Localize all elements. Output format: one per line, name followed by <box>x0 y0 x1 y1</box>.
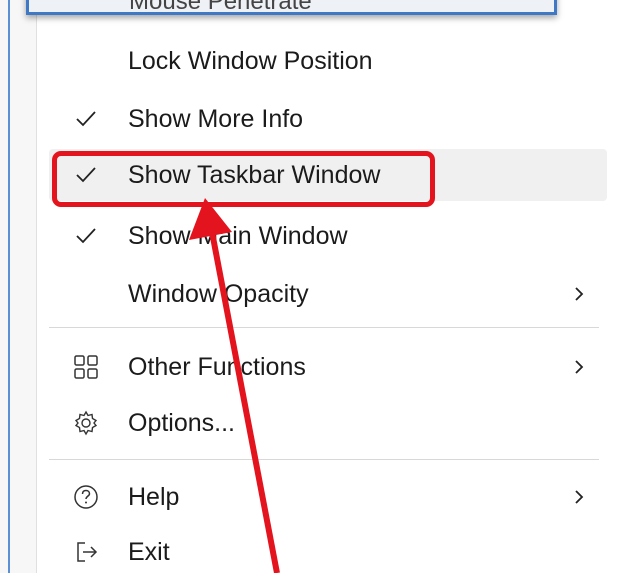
checkmark-icon <box>71 104 101 134</box>
menu-item-window-opacity[interactable]: Window Opacity <box>49 268 607 320</box>
menu-item-help[interactable]: Help <box>49 471 607 523</box>
menu-item-show-taskbar-window[interactable]: Show Taskbar Window <box>49 149 607 201</box>
exit-icon <box>71 537 101 567</box>
menu-item-exit[interactable]: Exit <box>49 526 607 578</box>
overlay-window-tooltip: Mouse Penetrate <box>26 0 557 15</box>
context-menu: Lock Window Position Show More Info Show… <box>37 32 617 573</box>
menu-separator <box>49 459 599 460</box>
overlay-window-title: Mouse Penetrate <box>129 0 312 15</box>
background-window-border <box>8 0 10 573</box>
menu-item-label: Show Taskbar Window <box>128 160 381 189</box>
chevron-right-icon <box>569 279 589 309</box>
chevron-right-icon <box>569 482 589 512</box>
checkmark-icon <box>71 221 101 251</box>
menu-item-show-main-window[interactable]: Show Main Window <box>49 210 607 262</box>
menu-item-label: Window Opacity <box>128 279 309 308</box>
menu-item-other-functions[interactable]: Other Functions <box>49 341 607 393</box>
gear-icon <box>71 408 101 438</box>
help-icon <box>71 482 101 512</box>
menu-item-label: Exit <box>128 537 170 566</box>
menu-item-options[interactable]: Options... <box>49 397 607 449</box>
menu-item-label: Lock Window Position <box>128 46 373 75</box>
chevron-right-icon <box>569 352 589 382</box>
menu-item-label: Show Main Window <box>128 221 348 250</box>
background-window-edge <box>0 0 37 573</box>
menu-item-lock-window-position[interactable]: Lock Window Position <box>49 35 607 87</box>
menu-item-show-more-info[interactable]: Show More Info <box>49 93 607 145</box>
menu-item-label: Help <box>128 482 180 511</box>
checkmark-icon <box>71 160 101 190</box>
menu-item-label: Options... <box>128 408 235 437</box>
menu-item-label: Show More Info <box>128 104 304 133</box>
grid-icon <box>71 352 101 382</box>
menu-separator <box>49 327 599 328</box>
menu-item-label: Other Functions <box>128 352 306 381</box>
